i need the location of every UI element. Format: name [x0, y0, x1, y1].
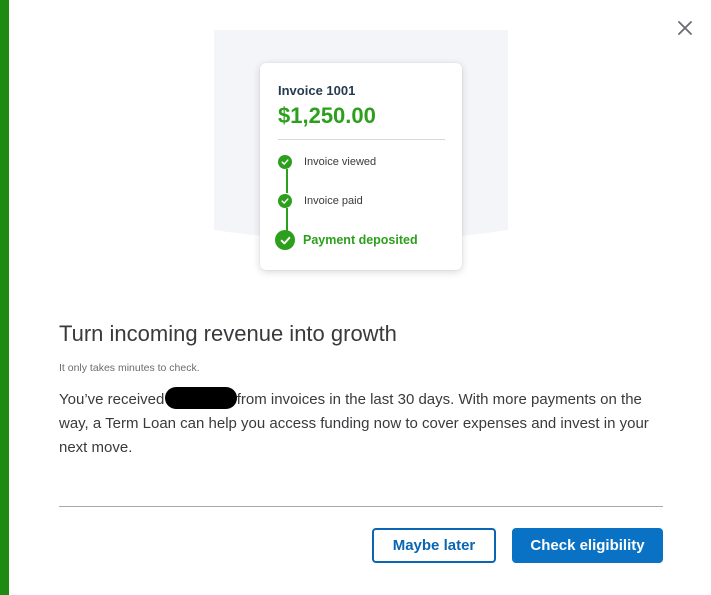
check-icon [275, 230, 295, 250]
step-label: Payment deposited [303, 233, 418, 247]
step-payment-deposited: Payment deposited [275, 230, 418, 250]
maybe-later-button[interactable]: Maybe later [372, 528, 496, 563]
modal-subtext: It only takes minutes to check. [59, 362, 200, 374]
redacted-amount [164, 387, 237, 409]
close-button[interactable] [674, 17, 696, 39]
close-icon [678, 21, 692, 35]
modal-heading: Turn incoming revenue into growth [59, 321, 397, 346]
footer-divider [59, 506, 663, 507]
check-icon [278, 194, 292, 208]
invoice-card: Invoice 1001 $1,250.00 Invoice viewed In… [260, 63, 462, 270]
check-eligibility-button[interactable]: Check eligibility [512, 528, 663, 563]
accent-bar [0, 0, 9, 595]
card-divider [278, 139, 445, 140]
check-icon [278, 155, 292, 169]
step-connector [286, 169, 288, 193]
step-connector [286, 208, 288, 232]
modal-body-text: You’ve received from invoices in the las… [59, 387, 669, 460]
step-label: Invoice paid [304, 195, 363, 207]
body-text-before: You’ve received [59, 391, 165, 408]
step-label: Invoice viewed [304, 156, 377, 168]
invoice-title: Invoice 1001 [278, 83, 356, 98]
step-invoice-paid: Invoice paid [278, 194, 363, 208]
invoice-amount: $1,250.00 [278, 103, 376, 128]
promo-modal: Invoice 1001 $1,250.00 Invoice viewed In… [0, 0, 711, 595]
step-invoice-viewed: Invoice viewed [278, 155, 376, 169]
